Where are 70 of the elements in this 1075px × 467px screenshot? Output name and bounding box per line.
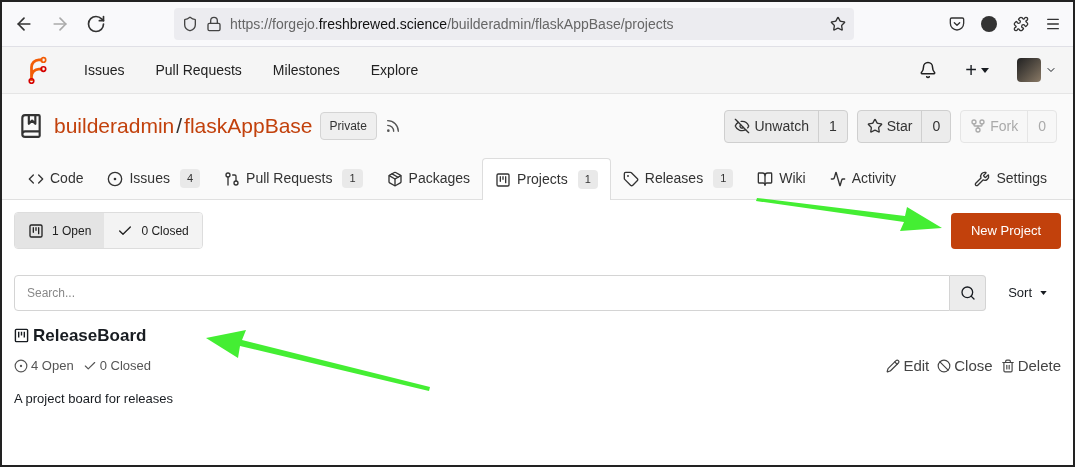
issues-icon (107, 170, 124, 187)
repo-action-button[interactable]: Unwatch (725, 110, 818, 142)
count-badge: 4 (179, 169, 201, 188)
create-menu-button[interactable]: + (965, 60, 989, 80)
edit-icon (886, 358, 901, 373)
closed-count: 0 Closed (99, 357, 151, 375)
avatar[interactable] (1017, 58, 1041, 82)
project-board-icon (14, 328, 29, 344)
project-description: A project board for releases (14, 390, 174, 408)
caret-icon (1040, 291, 1047, 295)
pocket-icon[interactable] (949, 16, 965, 32)
packages-icon (386, 170, 403, 187)
pulls-icon (224, 170, 241, 187)
search-icon (959, 285, 976, 301)
repo-owner-link[interactable]: builderadmin (54, 110, 175, 142)
search-field[interactable]: Search... (14, 275, 951, 311)
repo-action-button[interactable]: Star (857, 110, 922, 142)
forgejo-logo[interactable] (26, 56, 48, 84)
puzzle-icon[interactable] (1013, 16, 1029, 32)
path-separator: / (176, 113, 183, 140)
extension-icon[interactable] (981, 16, 997, 32)
lock-icon (206, 16, 222, 32)
rss-icon[interactable] (384, 118, 401, 134)
projects-icon (495, 171, 512, 188)
repo-tab[interactable]: Code (16, 158, 96, 199)
url-text: https://forgejo.freshbrewed.science/builderadmin/flaskAppBase/projects (230, 14, 674, 34)
bookmark-star-icon[interactable] (830, 16, 846, 32)
address-bar[interactable]: https://forgejo.freshbrewed.science/builderadmin/flaskAppBase/projects (174, 8, 854, 40)
filter-tab[interactable]: 1 Open (15, 213, 105, 248)
project-action-link[interactable]: Close (937, 354, 993, 377)
open-issues-icon (14, 358, 28, 373)
nav-link[interactable]: Pull Requests (155, 59, 242, 81)
fork-icon (970, 118, 987, 134)
notifications-icon[interactable] (919, 61, 938, 79)
repo-tab[interactable]: Releases 1 (610, 158, 746, 199)
project-action-link[interactable]: Edit (886, 354, 930, 377)
repo-name-link[interactable]: flaskAppBase (184, 110, 313, 142)
caret-icon (981, 67, 989, 73)
open-count: 4 Open (31, 357, 74, 375)
nav-link[interactable]: Explore (370, 59, 419, 81)
repo-tab[interactable]: Issues 4 (95, 158, 213, 199)
count-badge: 1 (577, 170, 598, 189)
board-icon (28, 222, 44, 239)
sort-dropdown[interactable]: Sort (1008, 283, 1047, 303)
activity-icon (829, 170, 846, 187)
project-action-link[interactable]: Delete (1000, 354, 1061, 377)
search-button[interactable] (950, 275, 987, 311)
delete-icon (1000, 358, 1015, 373)
new-project-button[interactable]: New Project (950, 212, 1061, 249)
repo-tab[interactable]: Activity (817, 158, 909, 199)
shield-icon (182, 16, 198, 32)
count-badge: 1 (342, 169, 363, 188)
count-badge: 1 (713, 169, 734, 188)
repo-tab[interactable]: Wiki (745, 158, 818, 199)
reload-icon[interactable] (86, 14, 106, 34)
settings-icon (974, 170, 991, 187)
nav-link[interactable]: Issues (84, 59, 125, 81)
filter-tab[interactable]: 0 Closed (104, 213, 202, 248)
project-title-link[interactable]: ReleaseBoard (33, 323, 147, 349)
repo-action-count[interactable]: 0 (921, 110, 951, 142)
repository-icon (18, 112, 44, 140)
repo-tab[interactable]: Packages (374, 158, 483, 199)
menu-icon[interactable] (1045, 16, 1061, 32)
nav-link[interactable]: Milestones (272, 59, 340, 81)
repo-tab[interactable]: Projects 1 (482, 158, 611, 200)
visibility-label: Private (319, 112, 377, 140)
repo-tab[interactable]: Pull Requests 1 (212, 158, 375, 199)
star-icon (866, 118, 883, 134)
repo-tab[interactable]: Settings (962, 158, 1059, 199)
repo-action-count[interactable]: 1 (817, 110, 847, 142)
